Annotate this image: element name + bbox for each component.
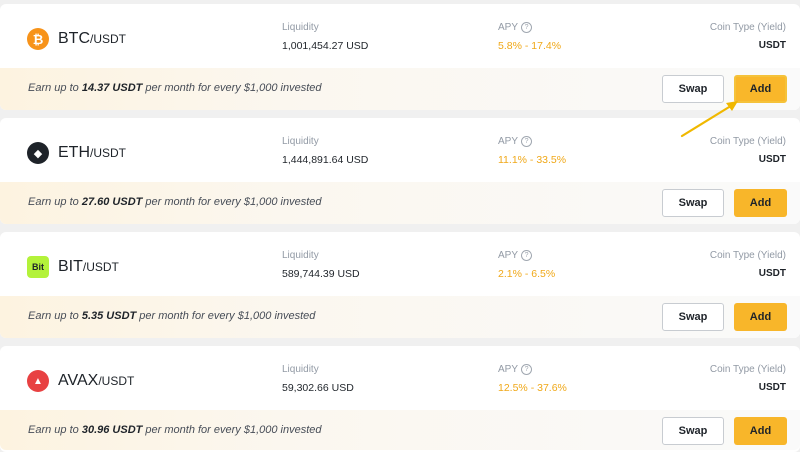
apy-label: APY?: [498, 364, 533, 375]
ethereum-icon: ◆: [27, 142, 49, 164]
earn-text: Earn up to 14.37 USDT per month for ever…: [28, 82, 322, 94]
add-button[interactable]: Add: [734, 189, 787, 217]
liquidity-value: 59,302.66 USD: [282, 382, 354, 394]
info-icon[interactable]: ?: [521, 136, 533, 147]
coin-type-value: USDT: [758, 40, 786, 51]
add-button[interactable]: Add: [734, 303, 787, 331]
add-button[interactable]: Add: [734, 417, 787, 445]
pool-card-avax: ▲ AVAX/USDT Liquidity 59,302.66 USD APY?…: [0, 346, 800, 452]
pool-header: ▲ AVAX/USDT Liquidity 59,302.66 USD APY?…: [0, 346, 800, 406]
pool-header: ₿ BTC/USDT Liquidity 1,001,454.27 USD AP…: [0, 4, 800, 64]
earn-bar: Earn up to 14.37 USDT per month for ever…: [0, 68, 800, 110]
liquidity-label: Liquidity: [282, 250, 319, 261]
liquidity-value: 1,444,891.64 USD: [282, 154, 369, 166]
coin-type-label: Coin Type (Yield): [709, 136, 786, 147]
coin-type-label: Coin Type (Yield): [709, 250, 786, 261]
pool-card-bit: Bit BIT/USDT Liquidity 589,744.39 USD AP…: [0, 232, 800, 338]
pair-name: ETH/USDT: [58, 144, 126, 161]
apy-label: APY?: [498, 136, 533, 147]
earn-bar: Earn up to 27.60 USDT per month for ever…: [0, 182, 800, 224]
liquidity-label: Liquidity: [282, 22, 319, 33]
pool-card-btc: ₿ BTC/USDT Liquidity 1,001,454.27 USD AP…: [0, 4, 800, 110]
liquidity-label: Liquidity: [282, 136, 319, 147]
pair-name: BIT/USDT: [58, 258, 119, 275]
info-icon[interactable]: ?: [521, 364, 533, 375]
coin-type-label: Coin Type (Yield): [709, 364, 786, 375]
liquidity-value: 1,001,454.27 USD: [282, 40, 369, 52]
pool-header: ◆ ETH/USDT Liquidity 1,444,891.64 USD AP…: [0, 118, 800, 178]
pair-name: AVAX/USDT: [58, 372, 135, 389]
pair-name: BTC/USDT: [58, 30, 126, 47]
earn-text: Earn up to 27.60 USDT per month for ever…: [28, 196, 322, 208]
info-icon[interactable]: ?: [521, 22, 533, 33]
apy-value: 5.8% - 17.4%: [498, 40, 562, 52]
apy-value: 2.1% - 6.5%: [498, 268, 556, 280]
swap-button[interactable]: Swap: [662, 75, 724, 103]
earn-bar: Earn up to 30.96 USDT per month for ever…: [0, 410, 800, 450]
coin-type-value: USDT: [758, 382, 786, 393]
info-icon[interactable]: ?: [521, 250, 533, 261]
apy-value: 11.1% - 33.5%: [498, 154, 567, 166]
pool-card-eth: ◆ ETH/USDT Liquidity 1,444,891.64 USD AP…: [0, 118, 800, 224]
earn-bar: Earn up to 5.35 USDT per month for every…: [0, 296, 800, 338]
earn-text: Earn up to 30.96 USDT per month for ever…: [28, 424, 322, 436]
earn-text: Earn up to 5.35 USDT per month for every…: [28, 310, 316, 322]
swap-button[interactable]: Swap: [662, 417, 724, 445]
swap-button[interactable]: Swap: [662, 189, 724, 217]
apy-label: APY?: [498, 250, 533, 261]
liquidity-value: 589,744.39 USD: [282, 268, 360, 280]
apy-value: 12.5% - 37.6%: [498, 382, 567, 394]
coin-type-value: USDT: [758, 268, 786, 279]
liquidity-label: Liquidity: [282, 364, 319, 375]
pool-header: Bit BIT/USDT Liquidity 589,744.39 USD AP…: [0, 232, 800, 292]
coin-type-value: USDT: [758, 154, 786, 165]
coin-type-label: Coin Type (Yield): [709, 22, 786, 33]
add-button[interactable]: Add: [734, 75, 787, 103]
swap-button[interactable]: Swap: [662, 303, 724, 331]
bitcoin-icon: ₿: [27, 28, 49, 50]
avalanche-icon: ▲: [27, 370, 49, 392]
bit-icon: Bit: [27, 256, 49, 278]
apy-label: APY?: [498, 22, 533, 33]
